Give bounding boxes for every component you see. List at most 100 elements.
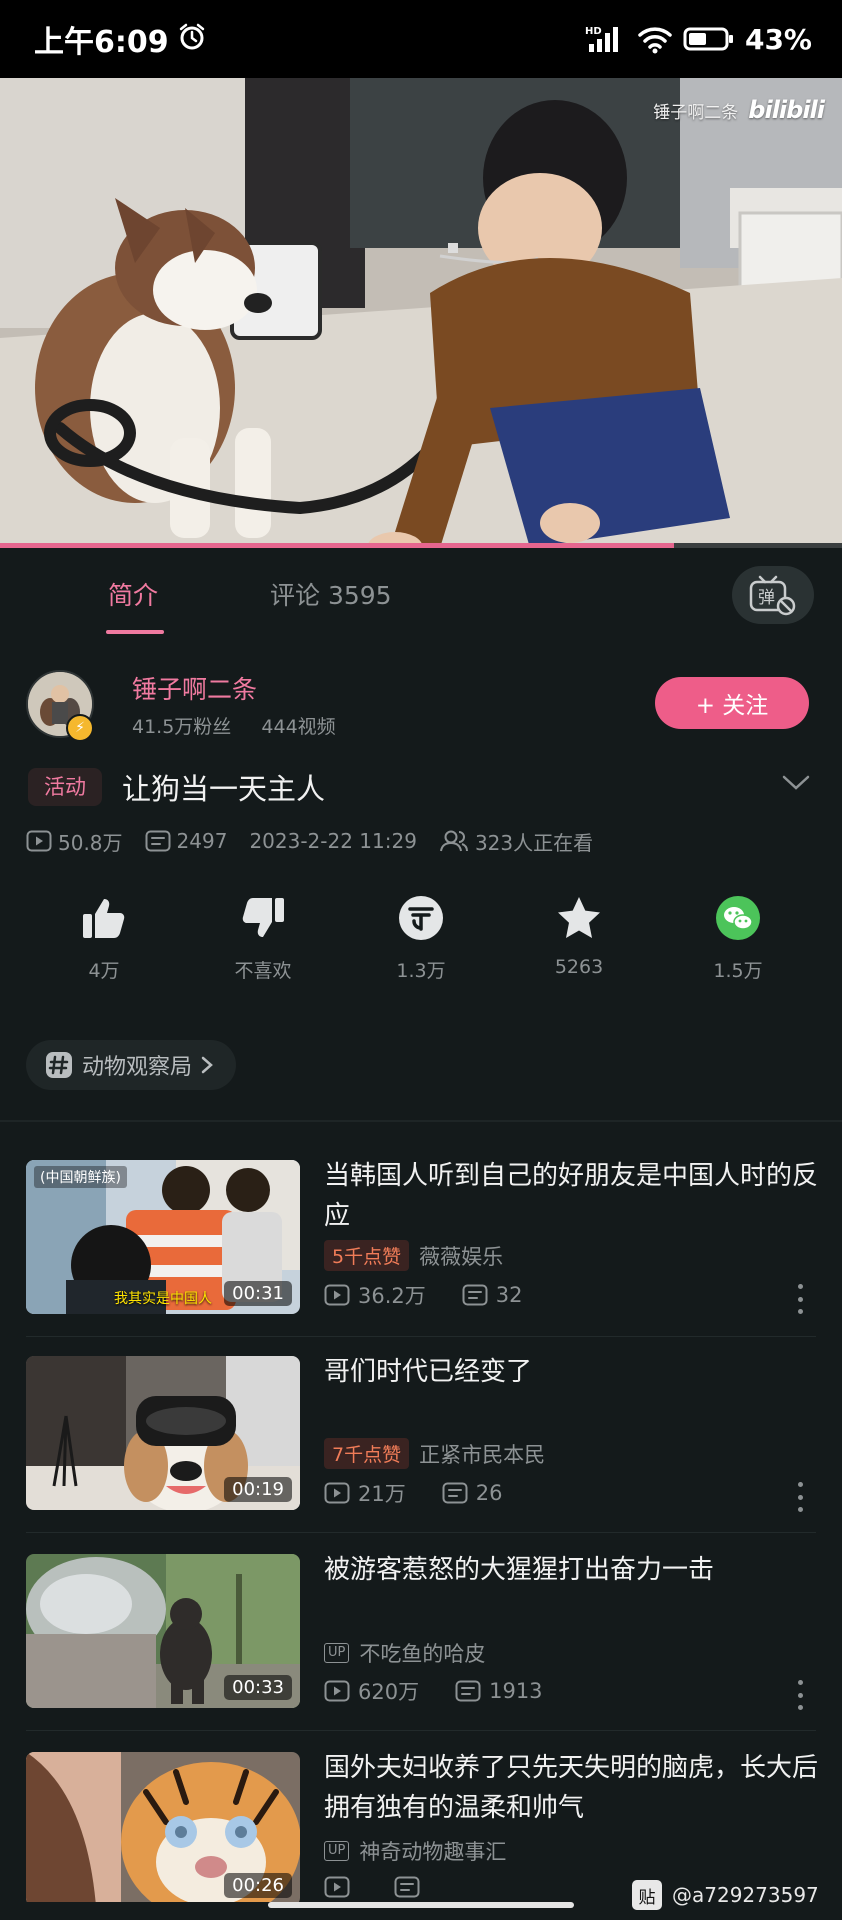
share-count: 1.5万 bbox=[713, 960, 763, 982]
activity-tag[interactable]: 活动 bbox=[28, 768, 102, 806]
up-badge: UP bbox=[324, 1841, 350, 1861]
hashtag-icon bbox=[46, 1052, 72, 1078]
thumbs-down-icon bbox=[242, 898, 284, 937]
danmaku-value: 26 bbox=[475, 1481, 503, 1505]
danmaku-count-icon bbox=[462, 1284, 488, 1306]
action-row: 4万 不喜欢 1.3万 5263 1.5万 bbox=[0, 890, 842, 1000]
home-indicator[interactable] bbox=[268, 1902, 574, 1908]
status-right: HD 43% bbox=[585, 23, 812, 56]
favorite-button[interactable]: 5263 bbox=[514, 890, 644, 978]
wechat-icon bbox=[716, 896, 760, 940]
up-badge: UP bbox=[324, 1643, 350, 1663]
network-type-label: HD bbox=[585, 26, 602, 37]
danmaku-stat: 32 bbox=[462, 1283, 523, 1307]
battery-icon bbox=[683, 24, 735, 54]
play-count-icon bbox=[324, 1284, 350, 1306]
recommended-video-author: 神奇动物趣事汇 bbox=[359, 1840, 507, 1864]
tab-intro[interactable]: 简介 bbox=[108, 576, 158, 612]
video-frame bbox=[0, 78, 842, 548]
meta-danmaku: 2497 bbox=[145, 829, 228, 853]
thumbnail-caption: (中国朝鲜族) bbox=[34, 1166, 127, 1188]
danmaku-off-icon: 弹 bbox=[749, 575, 796, 616]
meta-watching-value: 323人正在看 bbox=[474, 830, 594, 855]
section-divider bbox=[0, 1120, 842, 1122]
tab-bar: 简介 评论 3595 弹 bbox=[0, 548, 842, 640]
tab-comments[interactable]: 评论 3595 bbox=[270, 576, 392, 612]
chevron-down-icon bbox=[782, 775, 810, 790]
recommended-video-author: 薇薇娱乐 bbox=[419, 1244, 504, 1269]
recommended-video-source: UP 神奇动物趣事汇 bbox=[324, 1836, 506, 1866]
recommended-video-thumbnail: 00:19 bbox=[26, 1356, 300, 1510]
video-meta: 50.8万 2497 2023-2-22 11:29 323人正在看 bbox=[26, 826, 615, 856]
danmaku-count-icon bbox=[394, 1876, 420, 1898]
recommended-video-thumbnail: 00:26 bbox=[26, 1752, 300, 1902]
video-duration: 00:33 bbox=[224, 1675, 292, 1700]
danmaku-count-icon bbox=[145, 830, 171, 852]
meta-views-value: 50.8万 bbox=[58, 830, 123, 855]
danmaku-toggle-button[interactable]: 弹 bbox=[732, 566, 814, 624]
corner-watermark: 贴 @a729273597 bbox=[632, 1880, 819, 1910]
coin-icon bbox=[399, 896, 443, 940]
coin-button[interactable]: 1.3万 bbox=[356, 890, 486, 983]
follow-button[interactable]: + 关注 bbox=[655, 677, 809, 729]
danmaku-value: 32 bbox=[495, 1283, 523, 1307]
video-player[interactable]: 锤子啊二条 bilibili bbox=[0, 78, 842, 548]
uploader-name[interactable]: 锤子啊二条 bbox=[132, 670, 257, 706]
verified-badge-icon: ⚡ bbox=[66, 714, 94, 742]
tieba-icon: 贴 bbox=[632, 1880, 662, 1910]
like-button[interactable]: 4万 bbox=[39, 890, 169, 983]
recommended-video-stats: 36.2万 32 bbox=[324, 1280, 559, 1310]
danmaku-count-icon bbox=[455, 1680, 481, 1702]
topic-chip[interactable]: 动物观察局 bbox=[26, 1040, 237, 1090]
meta-views: 50.8万 bbox=[26, 827, 123, 856]
video-duration: 00:19 bbox=[224, 1477, 292, 1502]
danmaku-count-icon bbox=[442, 1482, 468, 1504]
like-count: 4万 bbox=[88, 960, 120, 982]
wifi-icon bbox=[637, 24, 673, 54]
recommended-video-title: 国外夫妇收养了只先天失明的脑虎，长大后拥有独有的温柔和帅气 bbox=[324, 1753, 819, 1823]
views-stat bbox=[324, 1876, 358, 1898]
recommended-video-item[interactable]: 00:33 被游客惹怒的大猩猩打出奋力一击 UP 不吃鱼的哈皮 620万 191… bbox=[0, 1554, 842, 1732]
expand-description-button[interactable] bbox=[782, 774, 810, 796]
list-divider bbox=[26, 1336, 816, 1337]
danmaku-stat: 26 bbox=[442, 1481, 503, 1505]
recommended-video-title: 哥们时代已经变了 bbox=[324, 1357, 533, 1387]
video-duration: 00:26 bbox=[224, 1873, 292, 1898]
recommended-video-source: 7千点赞 正紧市民本民 bbox=[324, 1438, 545, 1469]
dislike-label: 不喜欢 bbox=[234, 960, 292, 982]
share-button[interactable]: 1.5万 bbox=[673, 890, 803, 983]
recommended-video-author: 正紧市民本民 bbox=[419, 1442, 546, 1467]
recommended-video-item[interactable]: (中国朝鲜族) 我其实是中国人 00:31 当韩国人听到自己的好朋友是中国人时的… bbox=[0, 1160, 842, 1338]
title-row: 活动 让狗当一天主人 bbox=[0, 760, 842, 816]
danmaku-value: 1913 bbox=[489, 1679, 543, 1703]
battery-percent: 43% bbox=[744, 22, 812, 56]
list-divider bbox=[26, 1532, 816, 1533]
thumbs-up-icon bbox=[83, 899, 125, 938]
more-options-icon[interactable] bbox=[792, 1680, 808, 1710]
alarm-clock-icon bbox=[177, 22, 207, 56]
recommended-video-item[interactable]: 00:19 哥们时代已经变了 7千点赞 正紧市民本民 21万 26 bbox=[0, 1356, 842, 1534]
video-duration: 00:31 bbox=[224, 1281, 292, 1306]
viewers-icon bbox=[439, 830, 468, 852]
status-time: 上午6:09 bbox=[34, 25, 169, 60]
coin-count: 1.3万 bbox=[396, 960, 446, 982]
more-options-icon[interactable] bbox=[792, 1284, 808, 1314]
play-count-icon bbox=[26, 830, 52, 852]
dislike-button[interactable]: 不喜欢 bbox=[198, 890, 328, 983]
topic-label: 动物观察局 bbox=[82, 1055, 193, 1080]
watermark-author: 锤子啊二条 bbox=[653, 102, 739, 123]
recommended-video-source: UP 不吃鱼的哈皮 bbox=[324, 1638, 485, 1668]
meta-danmaku-value: 2497 bbox=[176, 829, 228, 853]
meta-watching: 323人正在看 bbox=[439, 827, 593, 856]
views-value: 620万 bbox=[358, 1680, 420, 1704]
recommended-video-title: 当韩国人听到自己的好朋友是中国人时的反应 bbox=[324, 1161, 819, 1231]
more-options-icon[interactable] bbox=[792, 1482, 808, 1512]
views-stat: 620万 bbox=[324, 1676, 419, 1706]
signal-icon: HD bbox=[585, 24, 627, 54]
views-value: 21万 bbox=[358, 1482, 406, 1506]
recommended-video-stats: 21万 26 bbox=[324, 1478, 538, 1508]
recommended-video-stats bbox=[324, 1876, 464, 1898]
recommended-video-title: 被游客惹怒的大猩猩打出奋力一击 bbox=[324, 1555, 715, 1585]
status-left: 上午6:09 bbox=[34, 17, 207, 61]
uploader-info: ⚡ 锤子啊二条 41.5万粉丝 444视频 + 关注 bbox=[0, 660, 842, 760]
